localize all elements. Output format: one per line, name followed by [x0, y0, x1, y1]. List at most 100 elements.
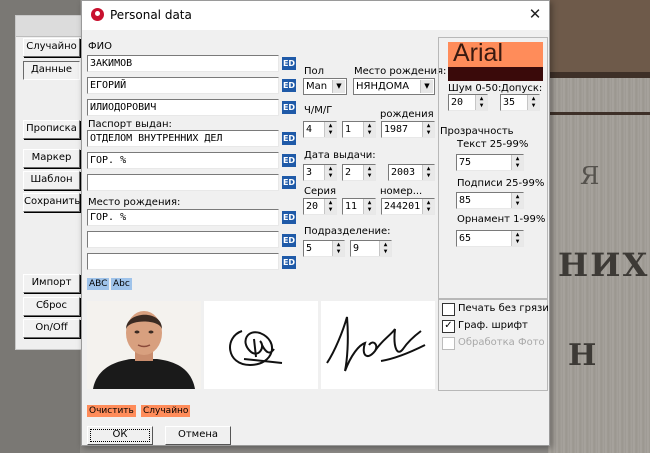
import-button[interactable]: Импорт	[23, 274, 80, 293]
ornament-opacity-spinner[interactable]: 65 ▲ ▼	[456, 230, 524, 247]
series-1-spinner[interactable]: 20 ▲ ▼	[303, 198, 337, 215]
text-opacity-label: Текст 25-99%	[457, 139, 529, 150]
updown-icon[interactable]: ▲ ▼	[332, 241, 344, 256]
marker-button[interactable]: Маркер	[23, 149, 80, 168]
updown-icon[interactable]: ▲ ▼	[379, 241, 391, 256]
sign-opacity-spinner[interactable]: 85 ▲ ▼	[456, 192, 524, 209]
subdivision-2-value: 9	[353, 243, 360, 254]
birth-year-spinner[interactable]: 1987 ▲ ▼	[381, 121, 435, 138]
photo-processing-label: Обработка Фото	[458, 337, 545, 348]
patronymic-ed-button[interactable]: ED	[282, 101, 296, 114]
issued-3-ed-button[interactable]: ED	[282, 176, 296, 189]
surname-field[interactable]: ЗАКИМОВ	[87, 55, 279, 72]
noise-spinner[interactable]: 20 ▲ ▼	[448, 94, 488, 111]
updown-icon[interactable]: ▲ ▼	[363, 165, 375, 180]
uppercase-toggle[interactable]: ABC	[87, 278, 110, 290]
updown-icon[interactable]: ▲ ▼	[363, 122, 375, 137]
number-spinner[interactable]: 244201 ▲ ▼	[381, 198, 435, 215]
updown-icon[interactable]: ▲ ▼	[422, 199, 434, 214]
cancel-button[interactable]: Отмена	[165, 426, 231, 445]
birthplace-value: НЯНДОМА	[356, 81, 410, 92]
birthplace-select[interactable]: НЯНДОМА ▼	[353, 78, 435, 95]
photo-processing-checkbox[interactable]	[442, 337, 455, 350]
issued-by-line-1[interactable]: ОТДЕЛОМ ВНУТРЕННИХ ДЕЛ	[87, 130, 279, 147]
text-opacity-spinner[interactable]: 75 ▲ ▼	[456, 154, 524, 171]
updown-icon[interactable]: ▲ ▼	[324, 165, 336, 180]
personal-data-dialog: Personal data ✕ ФИО ЗАКИМОВ ED ЕГОРИЙ ED…	[81, 0, 550, 446]
issue-year-spinner[interactable]: 2003 ▲ ▼	[388, 164, 435, 181]
birth-month-value: 1	[345, 124, 352, 135]
series-2-value: 11	[345, 201, 358, 212]
birth-1-ed-button[interactable]: ED	[282, 211, 296, 224]
graph-font-checkbox[interactable]: ✓	[442, 320, 455, 333]
subdivision-2-spinner[interactable]: 9 ▲ ▼	[350, 240, 392, 257]
updown-icon[interactable]: ▲ ▼	[363, 199, 375, 214]
birth-month-spinner[interactable]: 1 ▲ ▼	[342, 121, 376, 138]
patronymic-field[interactable]: ИЛИОДОРОВИЧ	[87, 99, 279, 116]
tolerance-spinner[interactable]: 35 ▲ ▼	[500, 94, 540, 111]
updown-icon[interactable]: ▲ ▼	[511, 231, 523, 246]
name-ed-button[interactable]: ED	[282, 79, 296, 92]
birthplace-line-1[interactable]: ГОР. %	[87, 209, 279, 226]
save-button[interactable]: Сохранить	[23, 193, 80, 212]
issue-day-spinner[interactable]: 3 ▲ ▼	[303, 164, 337, 181]
issued-2-ed-button[interactable]: ED	[282, 154, 296, 167]
clear-button[interactable]: Очистить	[87, 405, 136, 417]
updown-icon[interactable]: ▲ ▼	[422, 165, 434, 180]
random-button[interactable]: Случайно	[23, 38, 80, 57]
name-field[interactable]: ЕГОРИЙ	[87, 77, 279, 94]
mixedcase-toggle[interactable]: Abc	[111, 278, 132, 290]
font-preview[interactable]: Arial	[448, 42, 543, 67]
subdivision-1-value: 5	[306, 243, 313, 254]
series-1-value: 20	[306, 201, 319, 212]
birthplace-line-2[interactable]	[87, 231, 279, 248]
noise-label: Шум 0-50:	[448, 83, 502, 94]
updown-icon[interactable]: ▲ ▼	[324, 122, 336, 137]
updown-icon[interactable]: ▲ ▼	[475, 95, 487, 110]
ok-button[interactable]: ОК	[87, 426, 153, 445]
series-label: Серия	[304, 186, 336, 197]
print-clean-checkbox[interactable]	[442, 303, 455, 316]
number-label: номер...	[380, 186, 423, 197]
noise-value: 20	[451, 97, 464, 108]
random-fill-button[interactable]: Случайно	[141, 405, 191, 417]
data-button[interactable]: Данные	[23, 61, 80, 80]
issued-by-line-2[interactable]: ГОР. %	[87, 152, 279, 169]
birth-day-value: 4	[306, 124, 313, 135]
issued-1-ed-button[interactable]: ED	[282, 132, 296, 145]
tolerance-label: Допуск:	[501, 83, 543, 94]
checkmark-icon: ✓	[444, 320, 453, 331]
template-button[interactable]: Шаблон	[23, 171, 80, 190]
registration-button[interactable]: Прописка	[23, 120, 80, 139]
portrait-photo[interactable]	[87, 301, 201, 389]
ornament-opacity-value: 65	[459, 233, 472, 244]
updown-icon[interactable]: ▲ ▼	[511, 193, 523, 208]
issue-month-spinner[interactable]: 2 ▲ ▼	[342, 164, 376, 181]
updown-icon[interactable]: ▲ ▼	[511, 155, 523, 170]
transparency-label: Прозрачность	[440, 126, 514, 137]
subdivision-label: Подразделение:	[304, 226, 391, 237]
sex-select[interactable]: Man ▼	[303, 78, 347, 95]
birthplace-line-3[interactable]	[87, 253, 279, 270]
signature-2[interactable]	[321, 301, 435, 389]
dmy-label: Ч/М/Г	[304, 105, 333, 116]
fio-label: ФИО	[88, 41, 112, 52]
updown-icon[interactable]: ▲ ▼	[527, 95, 539, 110]
series-2-spinner[interactable]: 11 ▲ ▼	[342, 198, 376, 215]
birth-day-spinner[interactable]: 4 ▲ ▼	[303, 121, 337, 138]
subdivision-1-spinner[interactable]: 5 ▲ ▼	[303, 240, 345, 257]
birth-2-ed-button[interactable]: ED	[282, 234, 296, 247]
birth-3-ed-button[interactable]: ED	[282, 256, 296, 269]
color-strip[interactable]	[448, 67, 543, 81]
on-off-button[interactable]: On/Off	[23, 319, 80, 338]
close-icon[interactable]: ✕	[523, 3, 547, 25]
signature-1[interactable]	[204, 301, 318, 389]
birthplace-short-label: Место рождения:	[354, 66, 447, 77]
updown-icon[interactable]: ▲ ▼	[422, 122, 434, 137]
print-clean-label: Печать без грязи	[458, 303, 549, 314]
issue-date-label: Дата выдачи:	[304, 150, 376, 161]
surname-ed-button[interactable]: ED	[282, 57, 296, 70]
reset-button[interactable]: Сброс	[23, 297, 80, 316]
issued-by-line-3[interactable]	[87, 174, 279, 191]
updown-icon[interactable]: ▲ ▼	[324, 199, 336, 214]
